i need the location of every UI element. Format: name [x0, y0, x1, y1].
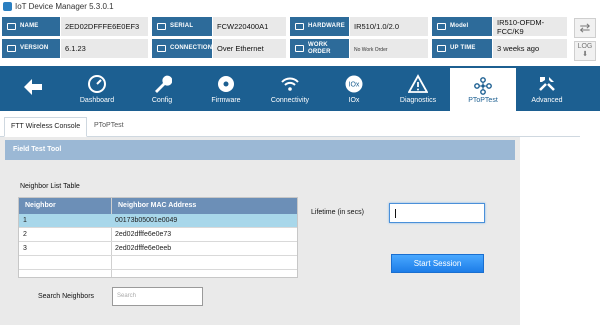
wifi-icon [281, 77, 299, 91]
serial-value: FCW220400A1 [213, 17, 286, 36]
neighbor-cell: 2 [23, 231, 27, 238]
model-value: IR510-OFDM-FCC/K9 [493, 17, 567, 36]
nav-label: Config [151, 97, 173, 104]
connection-value: Over Ethernet [213, 39, 286, 58]
lifetime-input[interactable] [389, 203, 485, 223]
neighbor-table-title: Neighbor List Table [20, 183, 80, 190]
connection-label: CONNECTION [152, 39, 212, 58]
nav-label: PToPTest [468, 97, 498, 104]
column-header-neighbor[interactable]: Neighbor [19, 198, 111, 214]
text-caret [395, 209, 396, 218]
neighbor-cell: 3 [23, 245, 27, 252]
version-value: 6.1.23 [61, 39, 148, 58]
title-bar: IoT Device Manager 5.3.0.1 [0, 0, 600, 13]
tools-icon [539, 77, 555, 91]
column-header-mac[interactable]: Neighbor MAC Address [112, 198, 297, 214]
table-row[interactable]: 3 2ed02dfffe6e0eeb [19, 242, 297, 256]
tab-strip: FTT Wireless Console PToPTest [0, 117, 580, 137]
nav-firmware[interactable]: Firmware [193, 66, 259, 111]
nav-connectivity[interactable]: Connectivity [257, 66, 323, 111]
back-arrow-icon[interactable] [22, 76, 44, 98]
warning-triangle-icon [408, 74, 428, 93]
log-label: LOG [577, 43, 593, 50]
panel-header: Field Test Tool [5, 140, 515, 160]
clipboard-icon [295, 45, 304, 52]
uptime-value: 3 weeks ago [493, 39, 567, 58]
name-label: NAME [2, 17, 60, 36]
hardware-id-label: HARDWARE ID [290, 17, 349, 48]
plug-icon [157, 45, 166, 52]
speedometer-icon [88, 75, 106, 93]
window-title: IoT Device Manager 5.3.0.1 [15, 2, 114, 11]
work-order-value: No Work Order [350, 39, 428, 58]
table-row[interactable]: 2 2ed02dfffe6e0e73 [19, 228, 297, 242]
search-neighbors-input[interactable]: Search [112, 287, 203, 306]
id-card-icon [7, 23, 16, 30]
tab-ftt-wireless-console[interactable]: FTT Wireless Console [4, 117, 88, 137]
version-label: VERSION [2, 39, 60, 58]
field-test-panel: Field Test Tool Neighbor List Table Neig… [0, 137, 520, 325]
chip-icon [295, 23, 304, 30]
mac-cell: 2ed02dfffe6e0e73 [115, 231, 172, 238]
app-icon [3, 2, 12, 11]
neighbor-cell: 1 [23, 217, 27, 224]
nav-ptoptest[interactable]: PToPTest [450, 68, 516, 111]
iox-icon: IOx [345, 75, 363, 93]
nav-iox[interactable]: IOx IOx [321, 66, 387, 111]
device-icon [437, 23, 446, 30]
table-row[interactable]: 1 00173b05001e0049 [19, 214, 297, 228]
neighbor-table: Neighbor Neighbor MAC Address 1 00173b05… [18, 197, 298, 278]
hardware-id-value: IR510/1.0/2.0 [350, 17, 428, 36]
search-neighbors-label: Search Neighbors [38, 293, 95, 300]
download-icon: ⬇ [582, 51, 588, 58]
refresh-button[interactable]: ⇄ [574, 18, 596, 38]
lifetime-label: Lifetime (in secs) [311, 209, 364, 216]
device-info-grid: NAME 2ED02DFFFE6E0EF3 SERIAL FCW220400A1… [0, 13, 570, 61]
refresh-icon: ⇄ [579, 20, 591, 35]
uptime-label: UP TIME [432, 39, 492, 58]
nav-config[interactable]: Config [129, 66, 195, 111]
table-row-empty [19, 256, 297, 270]
tab-ptoptest[interactable]: PToPTest [88, 117, 130, 137]
nav-label: Advanced [531, 97, 563, 104]
nav-label: Diagnostics [399, 97, 437, 104]
work-order-label: WORK ORDER [290, 39, 349, 58]
iox-badge-text: IOx [349, 82, 360, 89]
model-label: Model [432, 17, 492, 36]
network-molecule-icon [474, 77, 492, 95]
barcode-icon [157, 23, 166, 30]
wrench-icon [155, 75, 172, 93]
nav-advanced[interactable]: Advanced [514, 66, 580, 111]
clock-icon [437, 45, 446, 52]
cd-disc-icon [218, 76, 234, 92]
log-download-button[interactable]: LOG ⬇ [574, 41, 596, 61]
nav-label: Firmware [211, 97, 241, 104]
mac-cell: 00173b05001e0049 [115, 217, 178, 224]
mac-cell: 2ed02dfffe6e0eeb [115, 245, 172, 252]
nav-label: Connectivity [270, 97, 310, 104]
serial-label: SERIAL [152, 17, 212, 36]
nav-diagnostics[interactable]: Diagnostics [385, 66, 451, 111]
version-icon [7, 45, 16, 52]
nav-label: Dashboard [79, 97, 115, 104]
nav-dashboard[interactable]: Dashboard [64, 66, 130, 111]
name-value: 2ED02DFFFE6E0EF3 [61, 17, 148, 36]
nav-label: IOx [348, 97, 360, 104]
main-nav: Dashboard Config Firmware Connectivity I… [0, 66, 600, 111]
start-session-button[interactable]: Start Session [391, 254, 484, 273]
